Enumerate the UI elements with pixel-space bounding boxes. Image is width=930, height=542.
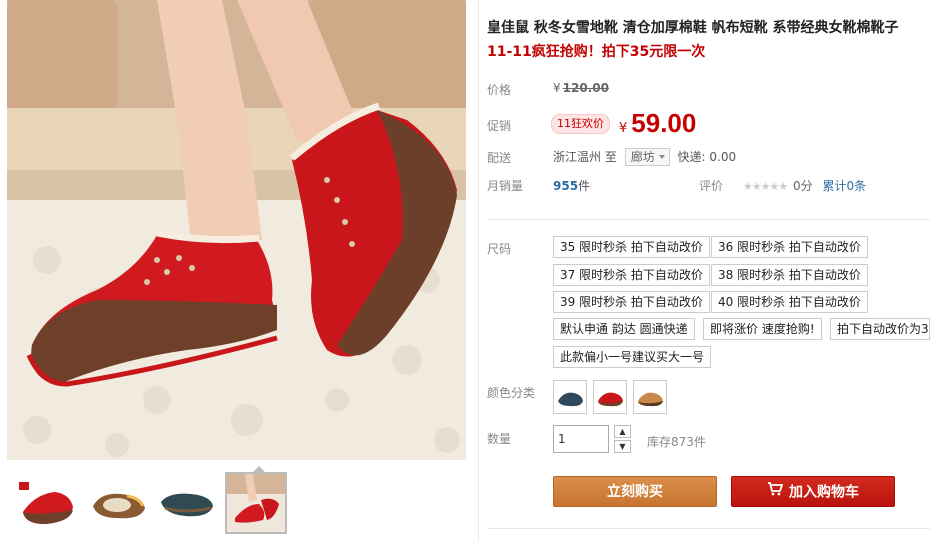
shopping-cart-icon (767, 477, 784, 508)
size-option-40[interactable]: 40 限时秒杀 拍下自动改价 (711, 291, 868, 313)
destination-dropdown[interactable]: 廊坊 (624, 148, 670, 166)
quantity-decrease-button[interactable]: ▼ (614, 440, 631, 453)
review-count-link[interactable]: 累计0条 (822, 179, 866, 193)
express-fee: 快递: 0.00 (677, 150, 737, 164)
rating-score: 0分 (792, 179, 813, 193)
section-divider (487, 219, 930, 220)
current-price-value: 59.00 (631, 108, 697, 138)
quantity-increase-button[interactable]: ▲ (614, 425, 631, 438)
destination-value: 廊坊 (630, 150, 655, 164)
size-option-35[interactable]: 35 限时秒杀 拍下自动改价 (553, 236, 710, 258)
size-option-price-rise[interactable]: 即将涨价 速度抢购! (703, 318, 822, 340)
ship-to-word: 至 (604, 150, 617, 164)
rating-label: 评价 (699, 179, 724, 193)
thumbnail-strip (7, 472, 466, 536)
size-option-39[interactable]: 39 限时秒杀 拍下自动改价 (553, 291, 710, 313)
current-price: ¥59.00 (619, 108, 696, 139)
thumbnail-3[interactable] (155, 472, 217, 534)
ship-from: 浙江温州 (553, 150, 602, 164)
star-rating-icon: ★★★★★ (742, 180, 788, 193)
promo-headline: 11-11疯狂抢购！拍下35元限一次 (487, 44, 706, 60)
chevron-down-icon (658, 155, 665, 159)
add-to-cart-label: 加入购物车 (789, 484, 859, 501)
buy-now-button[interactable]: 立刻购买 (553, 476, 717, 507)
size-option-38[interactable]: 38 限时秒杀 拍下自动改价 (711, 264, 868, 286)
quantity-input[interactable] (553, 425, 609, 453)
size-option-shipping[interactable]: 默认申通 韵达 圆通快递 (553, 318, 695, 340)
product-info-panel: 皇佳鼠 秋冬女雪地靴 清仓加厚棉鞋 帆布短靴 系带经典女靴棉靴子 11-11疯狂… (487, 0, 930, 542)
size-option-37[interactable]: 37 限时秒杀 拍下自动改价 (553, 264, 710, 286)
promo-price-label: 促销 (487, 119, 512, 133)
sales-count: 955 (553, 179, 579, 193)
product-gallery (0, 0, 475, 542)
color-swatch-navy[interactable] (553, 380, 587, 414)
stock-count: 库存873件 (647, 435, 706, 449)
thumbnail-4[interactable] (225, 472, 287, 534)
shipping-label: 配送 (487, 151, 512, 165)
product-title: 皇佳鼠 秋冬女雪地靴 清仓加厚棉鞋 帆布短靴 系带经典女靴棉靴子 (487, 20, 899, 36)
size-option-36[interactable]: 36 限时秒杀 拍下自动改价 (711, 236, 868, 258)
promo-badge: 11狂欢价 (551, 114, 610, 134)
size-options: 35 限时秒杀 拍下自动改价 36 限时秒杀 拍下自动改价 37 限时秒杀 拍下… (553, 236, 930, 370)
add-to-cart-button[interactable]: 加入购物车 (731, 476, 895, 507)
monthly-sales-label: 月销量 (487, 179, 524, 193)
size-label: 尺码 (487, 242, 512, 256)
column-divider (478, 0, 479, 542)
quantity-label: 数量 (487, 432, 512, 446)
shipping-info: 浙江温州 至 廊坊 快递: 0.00 (553, 148, 736, 166)
thumbnail-1[interactable] (15, 472, 77, 534)
size-option-size-hint[interactable]: 此款偏小一号建议买大一号 (553, 346, 712, 368)
rating-info: 评价 ★★★★★ 0分 累计0条 (699, 177, 866, 194)
original-price: ¥120.00 (553, 81, 609, 95)
monthly-sales: 955件 (553, 177, 590, 194)
color-swatch-red[interactable] (593, 380, 627, 414)
bottom-divider (487, 528, 930, 529)
size-option-auto-price[interactable]: 拍下自动改价为35 (830, 318, 930, 340)
color-swatch-tan[interactable] (633, 380, 667, 414)
currency-symbol: ¥ (619, 121, 628, 136)
currency-symbol: ¥ (553, 81, 561, 95)
price-label: 价格 (487, 83, 512, 97)
thumbnail-2[interactable] (87, 472, 149, 534)
main-product-image[interactable] (7, 0, 466, 460)
color-label: 颜色分类 (487, 386, 536, 400)
original-price-value: 120.00 (562, 81, 609, 95)
sales-unit: 件 (578, 179, 591, 193)
